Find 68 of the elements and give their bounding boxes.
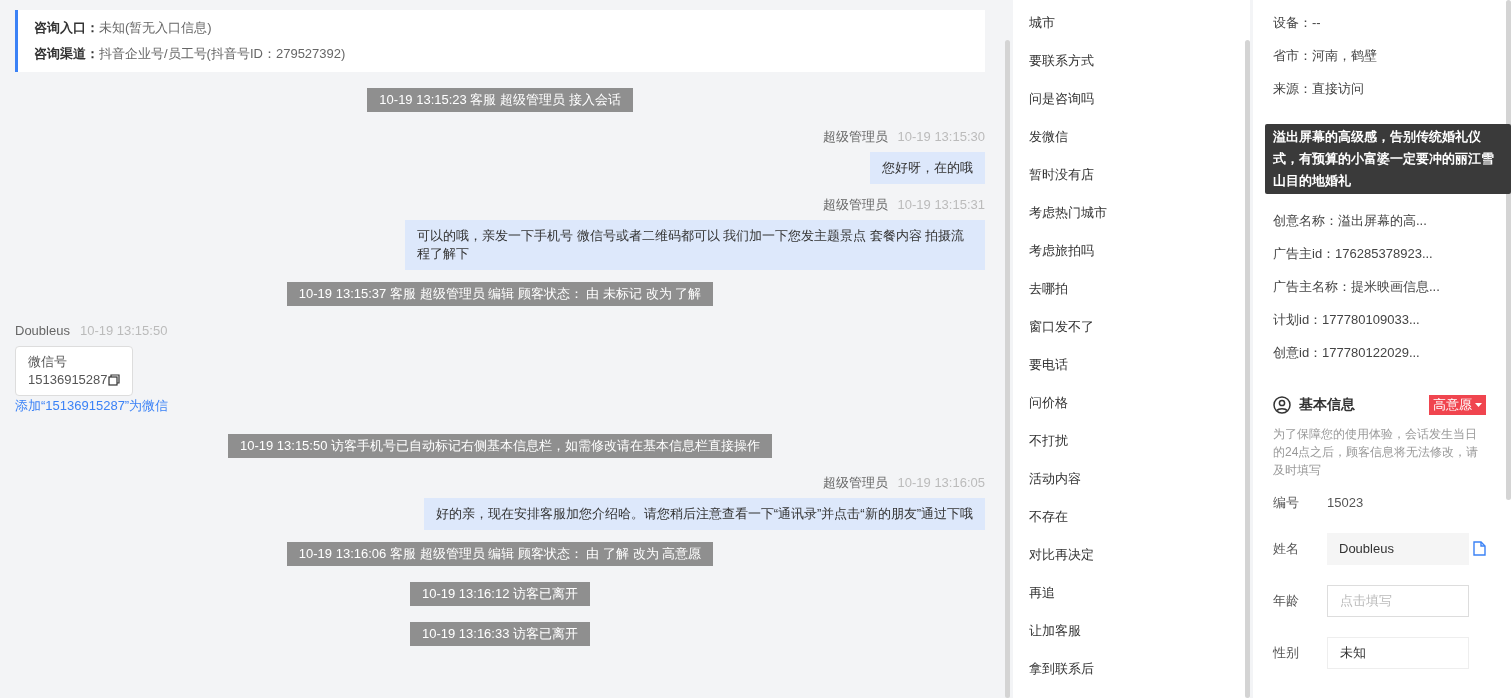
add-wechat-link[interactable]: 添加“15136915287”为微信	[15, 396, 169, 416]
info-row-text: 广告主名称：提米映画信息...	[1273, 278, 1441, 296]
quick-reply-item[interactable]: 要联系方式	[1029, 50, 1094, 72]
message-bubble: 好的亲，现在安排客服加您介绍哈。请您稍后注意查看一下“通讯录”并点击“新的朋友”通过下哦	[423, 498, 985, 530]
sender-name: 超级管理员	[822, 474, 888, 492]
caret-icon	[1475, 402, 1482, 407]
field-label: 咨询入口：	[34, 19, 99, 37]
quick-reply-item[interactable]: 考虑旅拍吗	[1029, 240, 1094, 262]
field-value: 抖音企业号/员工号(抖音号ID：279527392)	[99, 45, 346, 63]
system-notice: 10-19 13:16:33 访客已离开	[409, 622, 591, 646]
info-row-text: 广告主id：176285378923...	[1273, 245, 1434, 263]
field-value: 15023	[1327, 494, 1364, 512]
card-value: 15136915287	[28, 371, 108, 389]
scrollbar[interactable]	[1005, 40, 1010, 698]
notice-text: 为了保障您的使用体验，会话发生当日的24点之后，顾客信息将无法修改，请及时填写	[1273, 426, 1480, 479]
message-time: 10-19 13:15:50	[79, 322, 168, 340]
quick-reply-item[interactable]: 让加客服	[1029, 620, 1081, 642]
system-notice: 10-19 13:15:50 访客手机号已自动标记右侧基本信息栏，如需修改请在基本信息栏直接操作	[227, 434, 773, 458]
system-notice: 10-19 13:15:23 客服 超级管理员 接入会话	[367, 88, 633, 112]
message-time: 10-19 13:16:05	[897, 474, 985, 492]
card-title: 微信号	[28, 353, 68, 371]
field-label: 编号	[1273, 494, 1300, 512]
info-row-text: 省市：河南，鹤壁	[1273, 47, 1378, 65]
quick-reply-item[interactable]: 拿到联系后	[1029, 658, 1094, 680]
name-field[interactable]: Doubleus	[1327, 532, 1469, 565]
copy-icon[interactable]	[107, 374, 120, 386]
system-notice: 10-19 13:15:37 客服 超级管理员 编辑 顾客状态： 由 未标记 改为 了解	[286, 282, 714, 306]
message-time: 10-19 13:15:31	[897, 196, 985, 214]
age-input[interactable]: 点击填写	[1327, 584, 1469, 617]
quick-reply-item[interactable]: 再追	[1029, 582, 1055, 604]
system-notice: 10-19 13:16:12 访客已离开	[409, 582, 591, 606]
section-title: 基本信息	[1299, 395, 1355, 414]
sender-name: 超级管理员	[822, 196, 888, 214]
field-label: 咨询渠道：	[34, 45, 99, 63]
quick-reply-item[interactable]: 暂时没有店	[1029, 164, 1094, 186]
field-label: 姓名	[1273, 539, 1300, 558]
quick-reply-item[interactable]: 城市	[1029, 12, 1055, 34]
quick-reply-item[interactable]: 不打扰	[1029, 430, 1068, 452]
quick-reply-item[interactable]: 要电话	[1029, 354, 1068, 376]
message-bubble: 您好呀，在的哦	[870, 152, 985, 184]
sender-name: 超级管理员	[822, 128, 888, 146]
message-bubble: 可以的哦，亲发一下手机号 微信号或者二维码都可以 我们加一下您发主题景点 套餐内容 拍摄流程了解下	[405, 220, 985, 270]
gender-select[interactable]: 未知	[1327, 636, 1469, 669]
message-time: 10-19 13:15:30	[897, 128, 985, 146]
quick-reply-item[interactable]: 考虑热门城市	[1029, 202, 1107, 224]
scrollbar[interactable]	[1245, 40, 1250, 698]
quick-reply-item[interactable]: 发微信	[1029, 126, 1068, 148]
quick-reply-item[interactable]: 问是咨询吗	[1029, 88, 1094, 110]
info-row-text: 来源：直接访问	[1273, 80, 1365, 98]
copy-icon[interactable]	[1473, 541, 1486, 556]
system-notice: 10-19 13:16:06 客服 超级管理员 编辑 顾客状态： 由 了解 改为 高意愿	[286, 542, 714, 566]
quick-reply-item[interactable]: 活动内容	[1029, 468, 1081, 490]
intent-dropdown[interactable]: 高意愿	[1429, 394, 1486, 415]
quick-reply-item[interactable]: 对比再决定	[1029, 544, 1094, 566]
user-circle-icon	[1273, 395, 1291, 414]
quick-reply-item[interactable]: 问价格	[1029, 392, 1068, 414]
field-label: 性别	[1273, 643, 1300, 662]
sender-name: Doubleus	[15, 322, 70, 340]
field-value: 未知(暂无入口信息)	[99, 19, 212, 37]
quick-reply-item[interactable]: 窗口发不了	[1029, 316, 1094, 338]
tooltip: 溢出屏幕的高级感，告别传统婚礼仪式，有预算的小富婆一定要冲的丽江雪山目的地婚礼	[1265, 124, 1511, 194]
field-label: 年龄	[1273, 591, 1300, 610]
info-row-text: 创意id：177780122029...	[1273, 344, 1421, 362]
quick-reply-item[interactable]: 不存在	[1029, 506, 1068, 528]
info-row-text: 创意名称：溢出屏幕的高...	[1273, 212, 1428, 230]
info-row-text: 设备：--	[1273, 14, 1322, 32]
info-row-text: 计划id：177780109033...	[1273, 311, 1421, 329]
quick-reply-item[interactable]: 去哪拍	[1029, 278, 1068, 300]
